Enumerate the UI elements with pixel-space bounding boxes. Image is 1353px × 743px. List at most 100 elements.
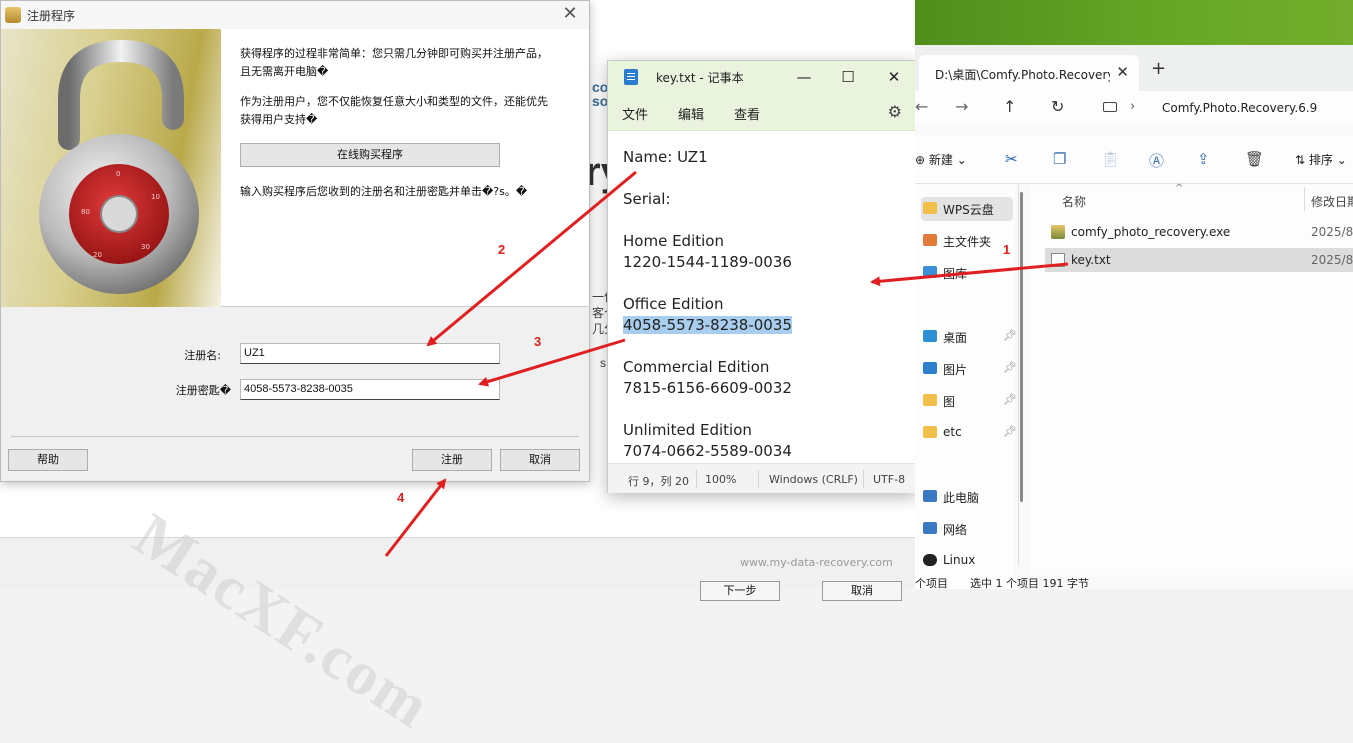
menu-view[interactable]: 查看 — [734, 104, 760, 123]
buy-online-button[interactable]: 在线购买程序 — [240, 143, 500, 167]
minimize-icon[interactable]: — — [786, 65, 822, 89]
home-icon — [923, 234, 937, 246]
help-button[interactable]: 帮助 — [8, 449, 88, 471]
register-button[interactable]: 注册 — [412, 449, 492, 471]
notepad-text-area[interactable]: Name: UZ1 Serial: Home Edition 1220-1544… — [608, 131, 916, 463]
folder-icon — [923, 394, 937, 406]
nav-item-pictures[interactable]: 图片 📌︎ — [921, 357, 1017, 381]
column-modified[interactable]: 修改日期 — [1311, 193, 1353, 210]
nav-item-desktop[interactable]: 桌面 📌︎ — [921, 325, 1017, 349]
registration-key-label: 注册密匙� — [175, 384, 231, 397]
nav-item-gallery[interactable]: 图库 — [921, 261, 1013, 285]
step-label-2: 2 — [498, 242, 506, 257]
navigation-scrollbar[interactable] — [1020, 192, 1023, 502]
refresh-icon[interactable]: ↻ — [1051, 97, 1064, 116]
sort-caret-icon: ^ — [1175, 183, 1184, 194]
cursor-position: 行 9，列 20 — [628, 475, 689, 488]
close-icon[interactable]: ✕ — [876, 65, 912, 89]
dialog-title: 注册程序 — [27, 9, 76, 23]
navigation-pane: WPS云盘 主文件夹 图库 桌面 📌︎ 图片 📌︎ 图 📌︎ etc 📌︎ 此电… — [915, 185, 1017, 589]
up-arrow-icon[interactable]: ↑ — [1003, 97, 1016, 116]
app-icon — [5, 7, 21, 23]
nav-item-label: etc — [943, 425, 962, 439]
menu-file[interactable]: 文件 — [622, 104, 648, 123]
explorer-command-bar: ⊕ 新建 ⌄ ✂ ❐ 📋︎ Ⓐ ⇪ 🗑︎ ⇅ 排序 ⌄ — [915, 136, 1353, 184]
folder-icon — [923, 426, 937, 438]
brand-fragment: co so — [592, 79, 609, 109]
registration-dialog: 注册程序 ✕ 0 10 30 20 80 获得程序的过程非常简单：您只需几分钟即… — [0, 0, 590, 482]
menu-edit[interactable]: 编辑 — [678, 104, 704, 123]
nav-item-network[interactable]: 网络 — [921, 517, 1013, 541]
text-line: 1220-1544-1189-0036 — [623, 253, 792, 271]
paste-icon[interactable]: 📋︎ — [1101, 150, 1120, 168]
svg-text:20: 20 — [93, 251, 102, 259]
step-label-3: 3 — [534, 334, 542, 349]
sort-button[interactable]: ⇅ 排序 ⌄ — [1295, 151, 1347, 168]
column-name[interactable]: 名称 — [1062, 193, 1086, 210]
gallery-icon — [923, 266, 937, 278]
notepad-icon — [624, 69, 638, 85]
nav-item-label: 网络 — [943, 523, 968, 537]
nav-item-linux[interactable]: Linux — [921, 549, 1013, 573]
explorer-tab[interactable]: D:\桌面\Comfy.Photo.Recovery ✕ — [919, 55, 1139, 91]
close-icon[interactable]: ✕ — [559, 3, 581, 24]
text-line: Office Edition — [623, 295, 724, 313]
desktop-wallpaper-strip — [915, 0, 1353, 45]
notepad-statusbar: 行 9，列 20 100% Windows (CRLF) UTF-8 — [608, 463, 916, 493]
file-name: key.txt — [1071, 253, 1111, 267]
column-header: ^ 名称 修改日期 — [1030, 183, 1353, 215]
dialog-cancel-button[interactable]: 取消 — [500, 449, 580, 471]
next-button[interactable]: 下一步 — [700, 581, 780, 601]
forward-arrow-icon[interactable]: → — [955, 97, 968, 116]
file-date: 2025/8/ — [1311, 225, 1353, 239]
nav-item-label: 此电脑 — [943, 491, 980, 505]
nav-item-this-pc[interactable]: 此电脑 — [921, 485, 1013, 509]
nav-item-tu[interactable]: 图 📌︎ — [921, 389, 1017, 413]
nav-item-home[interactable]: 主文件夹 — [921, 229, 1013, 253]
new-tab-icon[interactable]: + — [1151, 58, 1166, 79]
gear-icon[interactable]: ⚙ — [888, 102, 902, 121]
text-line: Commercial Edition — [623, 358, 770, 376]
step-label-1: 1 — [1003, 242, 1011, 257]
nav-item-wps-cloud[interactable]: WPS云盘 — [921, 197, 1013, 221]
pane-divider — [1018, 185, 1019, 565]
share-icon[interactable]: ⇪ — [1197, 150, 1210, 168]
line-ending: Windows (CRLF) — [769, 473, 858, 486]
file-explorer-window: D:\桌面\Comfy.Photo.Recovery ✕ + ← → ↑ ↻ ›… — [915, 0, 1353, 590]
address-bar[interactable]: › Comfy.Photo.Recovery.6.9 — [1095, 94, 1353, 122]
intro-text-1-line-2: 且无需离开电脑� — [240, 65, 329, 78]
copy-icon[interactable]: ❐ — [1053, 150, 1066, 168]
text-line: Unlimited Edition — [623, 421, 752, 439]
delete-icon[interactable]: 🗑︎ — [1245, 150, 1264, 168]
installer-cancel-button[interactable]: 取消 — [822, 581, 902, 601]
svg-text:80: 80 — [81, 208, 90, 216]
nav-item-label: 图库 — [943, 267, 968, 281]
pin-icon: 📌︎ — [1003, 425, 1017, 438]
back-arrow-icon[interactable]: ← — [915, 97, 928, 116]
registration-key-input[interactable]: 4058-5573-8238-0035 — [240, 379, 500, 400]
nav-item-etc[interactable]: etc 📌︎ — [921, 421, 1017, 445]
nav-item-label: WPS云盘 — [943, 203, 994, 217]
file-row-exe[interactable]: comfy_photo_recovery.exe 2025/8/ — [1045, 220, 1353, 244]
nav-item-label: Linux — [943, 553, 976, 567]
text-line: Home Edition — [623, 232, 724, 250]
desktop-icon — [923, 330, 937, 342]
intro-text-1: 获得程序的过程非常简单：您只需几分钟即可购买并注册产品， 且无需离开电脑� — [240, 45, 548, 81]
explorer-tab-label: D:\桌面\Comfy.Photo.Recovery — [935, 68, 1110, 82]
pictures-icon — [923, 362, 937, 374]
nav-item-label: 桌面 — [943, 331, 968, 345]
new-button-label: 新建 — [928, 153, 953, 167]
maximize-icon[interactable]: ☐ — [830, 65, 866, 89]
rename-icon[interactable]: Ⓐ — [1149, 150, 1164, 171]
close-tab-icon[interactable]: ✕ — [1116, 63, 1129, 81]
file-row-key-txt[interactable]: key.txt 2025/8/ — [1045, 248, 1353, 272]
zoom-level: 100% — [705, 473, 737, 486]
sort-button-label: 排序 — [1308, 153, 1333, 167]
intro-text-2-line-1: 作为注册用户，您不仅能恢复任意大小和类型的文件，还能优先 — [240, 95, 548, 108]
new-button[interactable]: ⊕ 新建 ⌄ — [915, 151, 967, 168]
cut-icon[interactable]: ✂ — [1005, 150, 1018, 168]
registration-name-input[interactable]: UZ1 — [240, 343, 500, 364]
text-file-icon — [1051, 253, 1065, 267]
padlock-illustration: 0 10 30 20 80 — [1, 29, 221, 307]
encoding: UTF-8 — [873, 473, 906, 486]
